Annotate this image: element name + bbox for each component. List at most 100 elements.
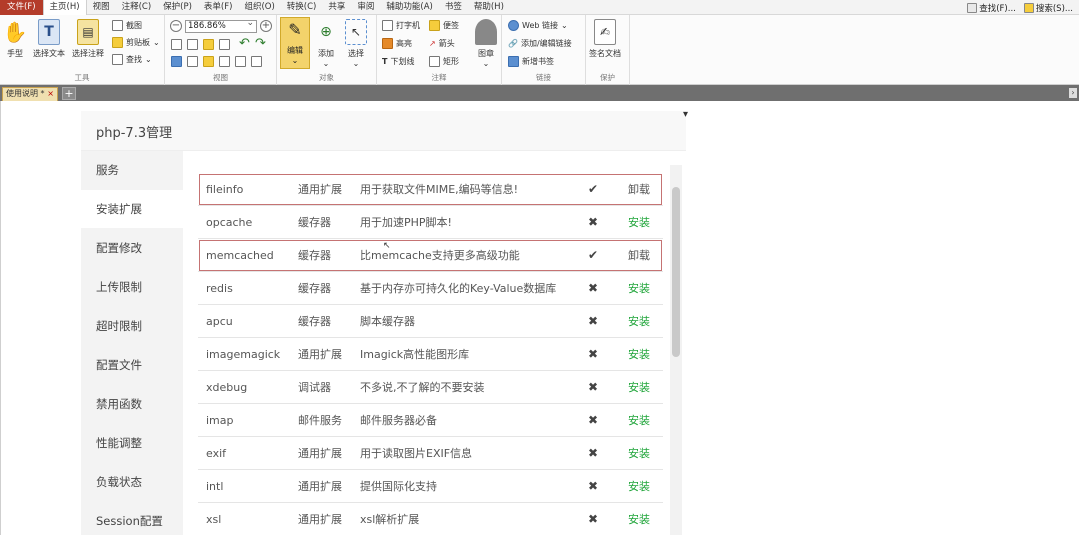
- menu-help[interactable]: 帮助(H): [468, 0, 510, 15]
- menu-protect[interactable]: 保护(P): [157, 0, 198, 15]
- table-row: imagemagick 通用扩展 Imagick高性能图形库 ✖ 安装: [198, 338, 663, 371]
- nav-item-disabled-functions[interactable]: 禁用函数: [81, 385, 183, 423]
- nav-item-load-status[interactable]: 负载状态: [81, 463, 183, 501]
- nav-item-service[interactable]: 服务: [81, 151, 183, 189]
- nav-item-config-file[interactable]: 配置文件: [81, 346, 183, 384]
- menu-comment[interactable]: 注释(C): [116, 0, 158, 15]
- find-menu[interactable]: 查找(F)...: [967, 2, 1016, 14]
- rotate-left-icon[interactable]: ↶: [239, 36, 250, 51]
- check-icon: ✔: [588, 248, 599, 262]
- layer-icon[interactable]: [235, 56, 246, 67]
- nav-item-performance[interactable]: 性能调整: [81, 424, 183, 462]
- typewriter-icon: [382, 20, 393, 31]
- install-link[interactable]: 安装: [628, 338, 650, 371]
- nav-item-install-extension[interactable]: 安装扩展: [81, 190, 183, 228]
- nav-item-session-config[interactable]: Session配置: [81, 502, 183, 535]
- menu-bookmark[interactable]: 书签: [439, 0, 468, 15]
- highlight-button[interactable]: 高亮: [382, 38, 412, 49]
- menu-share[interactable]: 共享: [322, 0, 351, 15]
- cross-icon: ✖: [588, 314, 599, 328]
- extension-desc: Imagick高性能图形库: [360, 348, 470, 361]
- table-row: memcached 缓存器 比memcache支持更多高级功能 ✔ 卸载: [198, 239, 663, 272]
- note-button[interactable]: 便签: [429, 20, 459, 31]
- menu-review[interactable]: 审阅: [351, 0, 380, 15]
- install-link[interactable]: 安装: [628, 437, 650, 470]
- install-link[interactable]: 安装: [628, 470, 650, 503]
- clipboard-button[interactable]: 剪贴板 ⌄: [112, 37, 160, 48]
- menu-home[interactable]: 主页(H): [42, 0, 87, 15]
- menu-accessibility[interactable]: 辅助功能(A): [380, 0, 438, 15]
- bookmark-view-icon[interactable]: [171, 56, 182, 67]
- page-title: php-7.3管理: [96, 126, 173, 141]
- chevron-down-icon: ⌄: [153, 38, 160, 47]
- select-text-button[interactable]: T 选择文本: [33, 19, 65, 59]
- uninstall-link[interactable]: 卸载: [628, 239, 650, 272]
- chevron-right-icon[interactable]: ›: [1069, 88, 1077, 98]
- nav-item-timeout-limit[interactable]: 超时限制: [81, 307, 183, 345]
- install-link[interactable]: 安装: [628, 206, 650, 239]
- extension-name: opcache: [206, 216, 253, 229]
- arrow-button[interactable]: ↗ 箭头: [429, 38, 455, 49]
- thumbnail-icon[interactable]: [187, 56, 198, 67]
- menu-form[interactable]: 表单(F): [198, 0, 239, 15]
- page-fit-icon[interactable]: [171, 39, 182, 50]
- chevron-down-icon: ⌄: [291, 56, 299, 65]
- hand-tool-button[interactable]: ✋ 手型: [2, 19, 28, 59]
- close-icon[interactable]: ×: [47, 88, 54, 100]
- sign-document-button[interactable]: ✍ 签名文档: [589, 19, 621, 59]
- nav-item-config-edit[interactable]: 配置修改: [81, 229, 183, 267]
- install-link[interactable]: 安装: [628, 305, 650, 338]
- new-bookmark-button[interactable]: 新增书签: [508, 56, 554, 67]
- select-annotation-button[interactable]: ▤ 选择注释: [72, 19, 104, 59]
- snapshot-button[interactable]: 截图: [112, 20, 142, 31]
- typewriter-button[interactable]: 打字机: [382, 20, 420, 31]
- new-tab-button[interactable]: +: [62, 87, 76, 100]
- cross-icon: ✖: [588, 347, 599, 361]
- install-link[interactable]: 安装: [628, 371, 650, 404]
- uninstall-link[interactable]: 卸载: [628, 173, 650, 206]
- install-link[interactable]: 安装: [628, 404, 650, 437]
- stamp-button[interactable]: 图章 ⌄: [475, 19, 497, 68]
- nav-item-upload-limit[interactable]: 上传限制: [81, 268, 183, 306]
- actual-size-icon[interactable]: [219, 39, 230, 50]
- rotate-right-icon[interactable]: ↷: [255, 36, 266, 51]
- zoom-out-button[interactable]: −: [170, 20, 182, 32]
- table-row: intl 通用扩展 提供国际化支持 ✖ 安装: [198, 470, 663, 503]
- extension-name: imap: [206, 414, 234, 427]
- cross-icon: ✖: [588, 380, 599, 394]
- cross-icon: ✖: [588, 281, 599, 295]
- add-edit-link-button[interactable]: 🔗 添加/编辑链接: [508, 38, 572, 49]
- menu-bar: 文件(F) 主页(H) 视图 注释(C) 保护(P) 表单(F) 组织(O) 转…: [0, 0, 1079, 15]
- add-object-button[interactable]: ⊕ 添加 ⌄: [315, 19, 337, 68]
- extension-type: 通用扩展: [298, 513, 342, 526]
- edit-object-button[interactable]: ✎ 编辑 ⌄: [280, 17, 310, 69]
- underline-button[interactable]: T 下划线: [382, 56, 414, 67]
- attachment-icon[interactable]: [219, 56, 230, 67]
- group-label-view: 视图: [213, 73, 228, 82]
- extension-desc: 用于获取文件MIME,编码等信息!: [360, 183, 519, 196]
- tab-document[interactable]: 使用说明 * ×: [2, 87, 58, 101]
- fit-page-icon[interactable]: [203, 39, 214, 50]
- extension-desc: xsl解析扩展: [360, 513, 420, 526]
- cross-icon: ✖: [588, 512, 599, 526]
- select-object-button[interactable]: ↖ 选择 ⌄: [345, 19, 367, 68]
- menu-organize[interactable]: 组织(O): [238, 0, 280, 15]
- side-nav: 服务 安装扩展 配置修改 上传限制 超时限制 配置文件 禁用函数 性能调整 负载…: [81, 151, 183, 535]
- web-link-button[interactable]: Web 链接 ⌄: [508, 20, 568, 31]
- menu-convert[interactable]: 转换(C): [281, 0, 323, 15]
- scroll-thumb[interactable]: [672, 187, 680, 357]
- zoom-in-button[interactable]: +: [260, 20, 272, 32]
- comment-view-icon[interactable]: [203, 56, 214, 67]
- install-link[interactable]: 安装: [628, 272, 650, 305]
- page-setup-icon[interactable]: [251, 56, 262, 67]
- menu-view[interactable]: 视图: [87, 0, 116, 15]
- table-scrollbar[interactable]: [670, 165, 682, 535]
- install-link[interactable]: 安装: [628, 503, 650, 535]
- zoom-select[interactable]: 186.86%: [185, 18, 257, 33]
- hand-icon: ✋: [2, 20, 28, 44]
- search-menu[interactable]: 搜索(S)...: [1023, 2, 1073, 14]
- menu-file[interactable]: 文件(F): [0, 0, 43, 15]
- find-button[interactable]: 查找 ⌄: [112, 54, 152, 65]
- rectangle-button[interactable]: 矩形: [429, 56, 459, 67]
- fit-width-icon[interactable]: [187, 39, 198, 50]
